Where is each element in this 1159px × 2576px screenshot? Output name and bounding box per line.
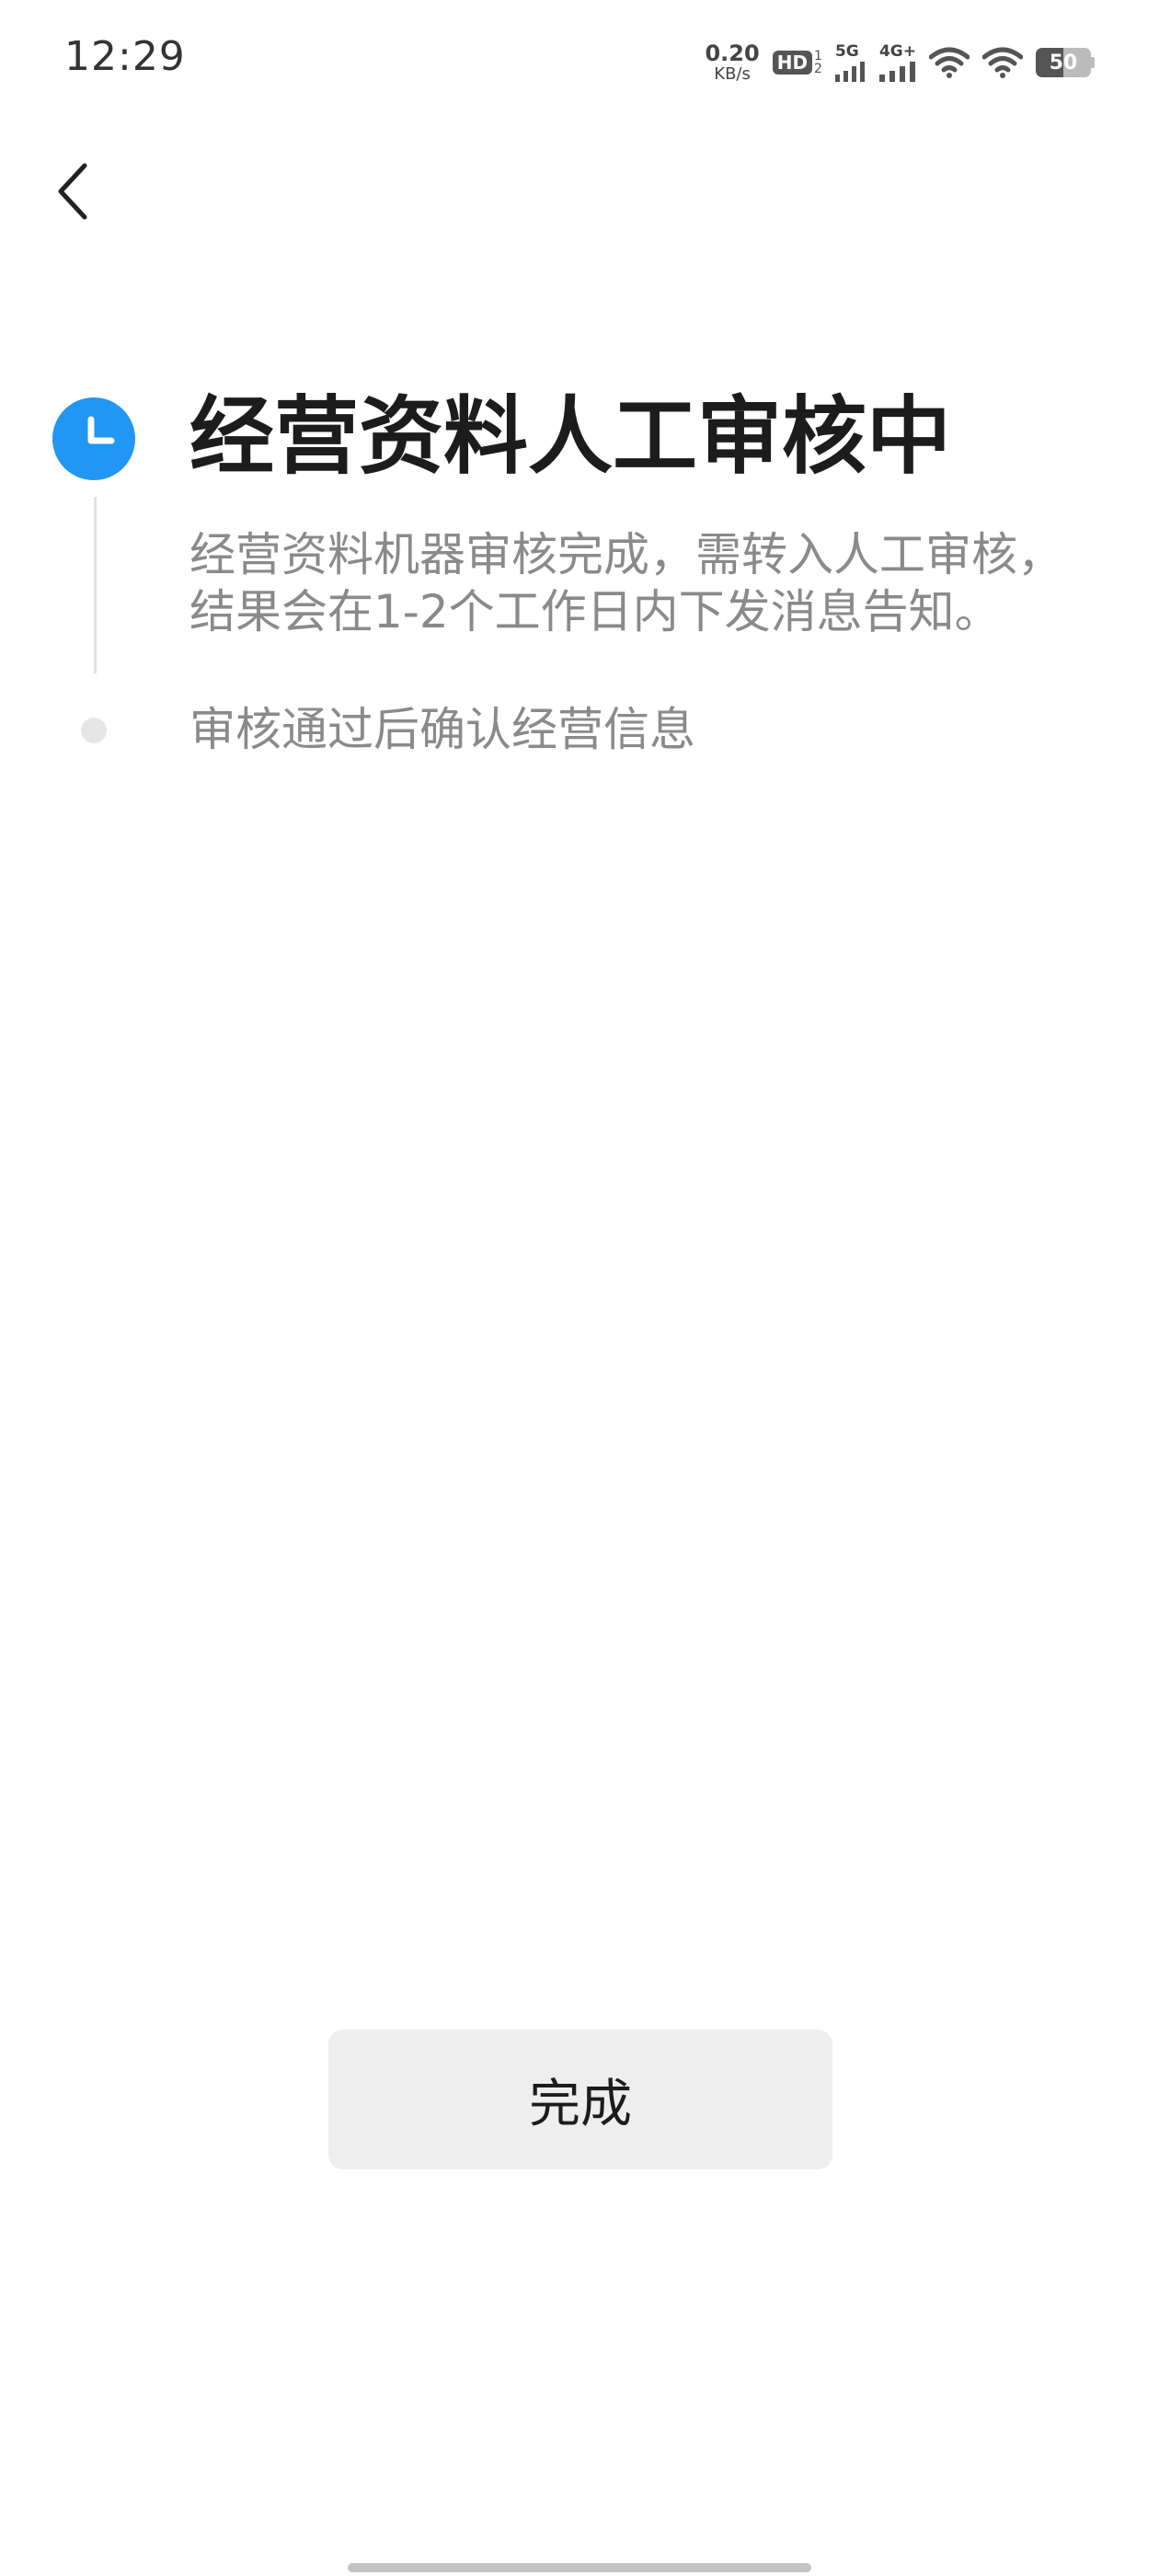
battery-icon: 50 — [1036, 48, 1095, 77]
pending-step-dot — [81, 718, 107, 743]
home-indicator[interactable] — [348, 2563, 811, 2572]
description-line-1: 经营资料机器审核完成，需转入人工审核， — [189, 528, 1063, 581]
hd-sub-bottom: 2 — [814, 62, 822, 76]
status-bar: 12:29 0.20 KB/s HD 1 2 5G 4G+ 50 — [0, 0, 1159, 120]
hd-icon: HD 1 2 — [772, 50, 822, 75]
battery-level: 50 — [1036, 48, 1091, 77]
clock-icon — [52, 397, 135, 480]
current-step-description: 经营资料机器审核完成，需转入人工审核， 结果会在1-2个工作日内下发消息告知。 — [189, 526, 1109, 640]
next-step-label: 审核通过后确认经营信息 — [189, 703, 695, 756]
signal-5g-icon: 5G — [834, 41, 866, 82]
chevron-left-icon — [58, 163, 87, 220]
wifi-icon — [982, 47, 1023, 78]
hd-sub-top: 1 — [814, 49, 822, 63]
signal-5g-label: 5G — [834, 41, 859, 61]
signal-4g-label: 4G+ — [878, 41, 916, 61]
network-speed-unit: KB/s — [714, 64, 751, 84]
description-line-2: 结果会在1-2个工作日内下发消息告知。 — [189, 585, 1001, 638]
done-button[interactable]: 完成 — [328, 2030, 832, 2169]
signal-4g-icon: 4G+ — [878, 41, 916, 82]
back-button[interactable] — [44, 155, 99, 228]
hd-sub: 1 2 — [814, 50, 822, 75]
timeline-line — [94, 497, 97, 673]
battery-tip — [1091, 57, 1095, 68]
status-time: 12:29 — [64, 33, 186, 80]
current-step-title: 经营资料人工审核中 — [189, 387, 952, 486]
hd-label: HD — [772, 51, 813, 75]
signal-bars-icon — [834, 61, 865, 82]
network-speed-value: 0.20 — [705, 40, 760, 66]
network-speed: 0.20 KB/s — [705, 42, 759, 83]
signal-bars-icon — [878, 61, 915, 82]
wifi-icon — [929, 47, 970, 78]
status-icons: 0.20 KB/s HD 1 2 5G 4G+ 50 — [705, 37, 1095, 88]
